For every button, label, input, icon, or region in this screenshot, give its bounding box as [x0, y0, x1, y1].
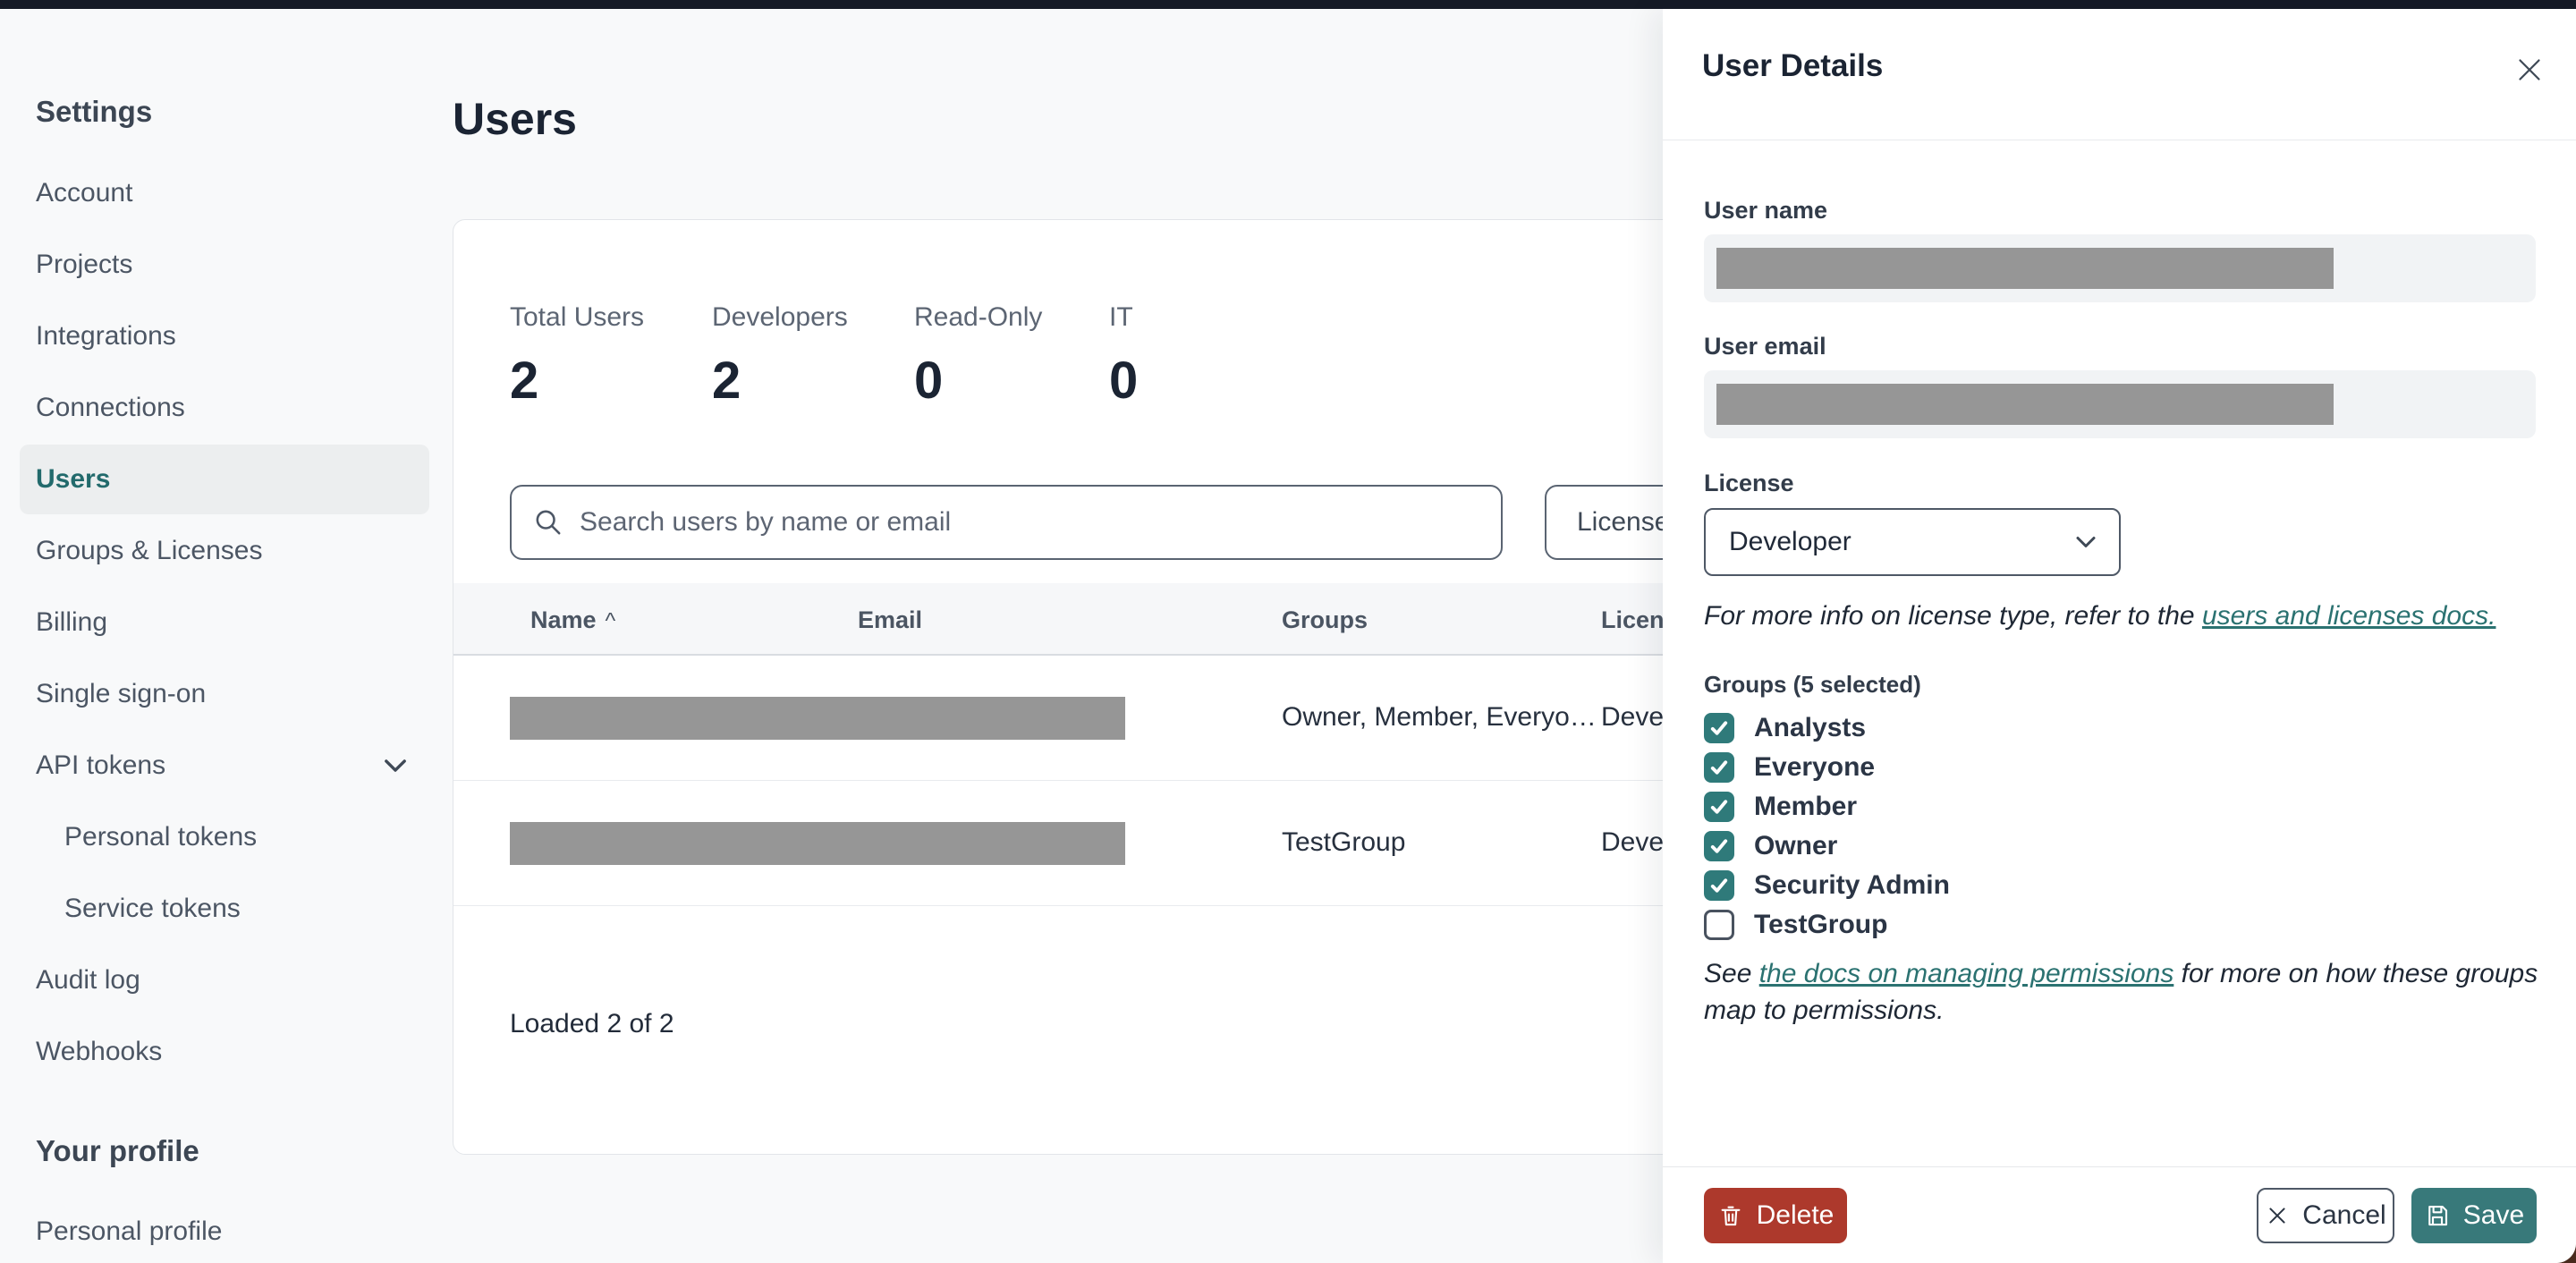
- search-input[interactable]: [580, 507, 1479, 538]
- sidebar-item-service-tokens[interactable]: Service tokens: [0, 873, 452, 945]
- cell-groups: Owner, Member, Everyo…: [1282, 702, 1597, 732]
- chevron-down-icon: [2076, 537, 2096, 547]
- sidebar-header-your-profile: Your profile: [36, 1134, 199, 1167]
- group-checkbox-member[interactable]: [1704, 792, 1734, 822]
- cell-groups: TestGroup: [1282, 827, 1406, 857]
- group-row-analysts: Analysts: [1704, 708, 2536, 748]
- user-email-label: User email: [1704, 333, 1826, 360]
- group-row-member: Member: [1704, 787, 2536, 826]
- trash-icon: [1721, 1206, 1741, 1226]
- check-icon: [1710, 800, 1728, 814]
- user-name-label: User name: [1704, 197, 1828, 224]
- stat-developers-label: Developers: [712, 302, 848, 332]
- sidebar-item-connections[interactable]: Connections: [0, 372, 452, 444]
- group-checkbox-security-admin[interactable]: [1704, 870, 1734, 901]
- sidebar-item-single-sign-on[interactable]: Single sign-on: [0, 658, 452, 730]
- sidebar-item-audit-log[interactable]: Audit log: [0, 945, 452, 1016]
- stat-read-only-label: Read-Only: [914, 302, 1043, 332]
- sidebar-item-account[interactable]: Account: [0, 157, 452, 229]
- save-disk-icon: [2428, 1205, 2447, 1226]
- loaded-status: Loaded 2 of 2: [510, 1009, 674, 1038]
- sidebar-item-projects[interactable]: Projects: [0, 229, 452, 301]
- stat-total-users-value: 2: [510, 352, 539, 410]
- check-icon: [1710, 760, 1728, 775]
- sidebar-item-integrations[interactable]: Integrations: [0, 301, 452, 372]
- user-name-input: [1704, 234, 2536, 302]
- group-row-everyone: Everyone: [1704, 748, 2536, 787]
- sidebar-header-settings: Settings: [36, 95, 153, 128]
- redacted-name-email: [510, 697, 1125, 740]
- redacted-user-email: [1716, 384, 2334, 425]
- permissions-note: See the docs on managing permissions for…: [1704, 959, 2538, 1025]
- table-header: Name ^ Email Groups License: [453, 583, 1756, 656]
- table-row[interactable]: TestGroup Developer: [453, 781, 1756, 906]
- check-icon: [1710, 721, 1728, 735]
- x-icon: [2269, 1208, 2285, 1224]
- license-select-value: Developer: [1729, 527, 1852, 556]
- panel-title: User Details: [1702, 48, 1884, 83]
- managing-permissions-docs-link[interactable]: the docs on managing permissions: [1759, 959, 2174, 988]
- search-box: [510, 485, 1503, 560]
- user-email-input: [1704, 370, 2536, 438]
- group-checkbox-everyone[interactable]: [1704, 752, 1734, 783]
- stat-it-label: IT: [1109, 302, 1133, 332]
- stat-developers-value: 2: [712, 352, 741, 410]
- redacted-name-email: [510, 822, 1125, 865]
- license-select[interactable]: Developer: [1704, 508, 2121, 576]
- users-licenses-docs-link[interactable]: users and licenses docs.: [2202, 601, 2496, 631]
- sidebar-item-groups-licenses[interactable]: Groups & Licenses: [0, 515, 452, 587]
- user-details-panel: User Details User name User email Licens…: [1663, 9, 2576, 1263]
- sidebar-item-personal-profile[interactable]: Personal profile: [0, 1196, 452, 1263]
- sidebar-item-personal-tokens[interactable]: Personal tokens: [0, 801, 452, 873]
- group-checkbox-owner[interactable]: [1704, 831, 1734, 861]
- sidebar-item-billing[interactable]: Billing: [0, 587, 452, 658]
- sidebar-item-webhooks[interactable]: Webhooks: [0, 1016, 452, 1088]
- save-button[interactable]: Save: [2411, 1188, 2537, 1243]
- license-note: For more info on license type, refer to …: [1704, 601, 2496, 631]
- close-icon[interactable]: [2510, 50, 2549, 89]
- check-icon: [1710, 878, 1728, 893]
- check-icon: [1710, 839, 1728, 853]
- column-header-name[interactable]: Name ^: [530, 606, 615, 634]
- license-label: License: [1704, 470, 1794, 496]
- delete-button[interactable]: Delete: [1704, 1188, 1847, 1243]
- sort-asc-icon: ^: [605, 608, 616, 633]
- app-window: Settings Account Projects Integrations C…: [0, 0, 2576, 1263]
- group-row-testgroup: TestGroup: [1704, 905, 2536, 945]
- groups-label: Groups (5 selected): [1704, 671, 1921, 698]
- stat-it-value: 0: [1109, 352, 1139, 410]
- group-row-security-admin: Security Admin: [1704, 866, 2536, 905]
- page-title: Users: [453, 94, 577, 144]
- top-bar: [0, 0, 2576, 9]
- panel-footer: Delete Cancel Save: [1663, 1166, 2576, 1263]
- column-header-groups[interactable]: Groups: [1282, 606, 1368, 634]
- search-icon: [536, 510, 561, 535]
- sidebar-item-api-tokens[interactable]: API tokens: [0, 730, 452, 801]
- column-header-email[interactable]: Email: [858, 606, 922, 634]
- redacted-user-name: [1716, 248, 2334, 289]
- chevron-down-icon: [385, 759, 406, 772]
- sidebar-item-users[interactable]: Users: [20, 445, 429, 514]
- stat-read-only-value: 0: [914, 352, 944, 410]
- stat-total-users-label: Total Users: [510, 302, 645, 332]
- cancel-button[interactable]: Cancel: [2257, 1188, 2394, 1243]
- group-row-owner: Owner: [1704, 826, 2536, 866]
- table-row[interactable]: Owner, Member, Everyo… Developer: [453, 656, 1756, 781]
- group-checkbox-testgroup[interactable]: [1704, 910, 1734, 940]
- group-checkbox-analysts[interactable]: [1704, 713, 1734, 743]
